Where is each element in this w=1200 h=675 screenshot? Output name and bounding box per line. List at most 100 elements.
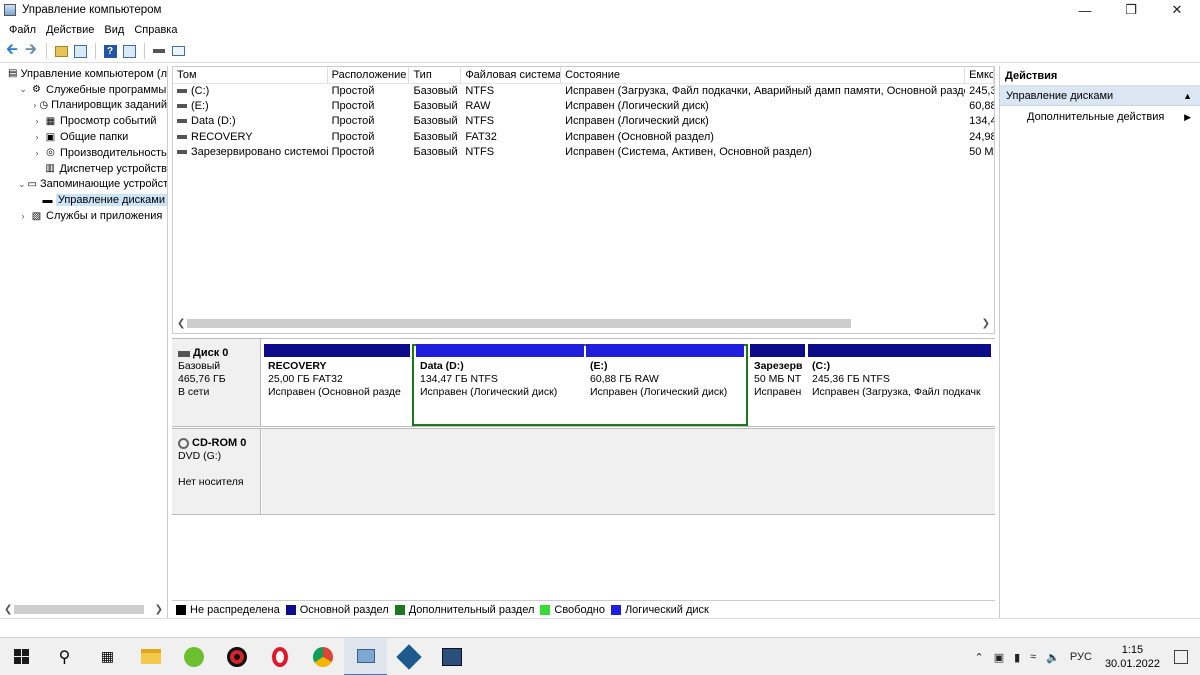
- tree-item-label: Диспетчер устройств: [59, 162, 167, 175]
- collapsed-chevron-icon[interactable]: ›: [18, 211, 28, 221]
- partition-size: 60,88 ГБ RAW: [590, 373, 659, 385]
- virtualbox-icon[interactable]: [387, 638, 430, 675]
- column-status[interactable]: Состояние: [561, 67, 966, 83]
- console-icon[interactable]: [169, 42, 187, 60]
- opera-icon[interactable]: [258, 638, 301, 675]
- cell-text: Исправен (Система, Активен, Основной раз…: [565, 145, 812, 158]
- collapsed-chevron-icon[interactable]: ›: [32, 132, 42, 142]
- more-actions-item[interactable]: Дополнительные действия ▶: [1000, 106, 1200, 128]
- clock[interactable]: 1:15 30.01.2022: [1105, 643, 1160, 671]
- tree-item[interactable]: › ▣ Общие папки: [0, 129, 167, 145]
- computer-management-taskbar-icon[interactable]: [344, 637, 387, 675]
- tree-item[interactable]: ⌄ ⚙ Служебные программы: [0, 82, 167, 98]
- tree-item-label: Служебные программы: [46, 83, 167, 96]
- tree-item[interactable]: › ▦ Просмотр событий: [0, 113, 167, 129]
- collapsed-chevron-icon[interactable]: ›: [32, 116, 42, 126]
- partition-data-d[interactable]: Data (D:) 134,47 ГБ NTFS Исправен (Логич…: [416, 344, 584, 422]
- partition-e[interactable]: (E:) 60,88 ГБ RAW Исправен (Логический д…: [586, 344, 744, 422]
- partition-c[interactable]: (C:) 245,36 ГБ NTFS Исправен (Загрузка, …: [808, 344, 991, 422]
- volume-horizontal-scrollbar[interactable]: ❮ ❯: [173, 315, 994, 332]
- cell-text: (E:): [191, 100, 209, 113]
- disk-0-name: Диск 0: [193, 347, 229, 359]
- scroll-right-icon[interactable]: ❯: [982, 318, 990, 329]
- partition-state: Исправен (Загрузка, Файл подкачк: [812, 386, 981, 398]
- table-row[interactable]: (C:) Простой Базовый NTFS Исправен (Загрузка…: [173, 84, 994, 99]
- chrome-icon[interactable]: [301, 638, 344, 675]
- column-file-system[interactable]: Файловая система: [461, 67, 562, 83]
- menu-file[interactable]: Файл: [4, 24, 41, 36]
- partition-system-reserved[interactable]: Зарезерв 50 МБ NT Исправен: [750, 344, 805, 422]
- tree-item-label: Запоминающие устройст: [40, 178, 168, 191]
- input-language[interactable]: РУС: [1070, 651, 1092, 663]
- column-type[interactable]: Тип: [409, 67, 462, 83]
- hard-disk-icon: [178, 350, 190, 357]
- expanded-chevron-icon[interactable]: ⌄: [18, 179, 26, 190]
- file-explorer-icon[interactable]: [129, 638, 172, 675]
- task-view-icon[interactable]: ▦: [86, 638, 129, 675]
- scroll-left-icon[interactable]: ❮: [177, 318, 185, 329]
- volume-icon[interactable]: 🔈: [1046, 651, 1060, 664]
- help-icon[interactable]: ?: [101, 42, 119, 60]
- maximize-button[interactable]: ❐: [1108, 0, 1154, 20]
- partition-state: Исправен (Основной разде: [268, 386, 401, 398]
- disk-0-label[interactable]: Диск 0 Базовый 465,76 ГБ В сети: [172, 339, 261, 426]
- tree-item[interactable]: › ◷ Планировщик заданий: [0, 98, 167, 114]
- cpu-z-icon[interactable]: [430, 638, 473, 675]
- properties-icon[interactable]: [120, 42, 138, 60]
- wifi-icon[interactable]: ≈: [1030, 651, 1036, 663]
- table-row[interactable]: Data (D:) Простой Базовый NTFS Исправен (Лог…: [173, 114, 994, 129]
- scroll-right-icon[interactable]: ❯: [155, 604, 163, 615]
- close-button[interactable]: ✕: [1154, 0, 1200, 20]
- partition-name: Зарезерв: [754, 360, 803, 372]
- connect-icon[interactable]: [150, 42, 168, 60]
- tree-horizontal-scrollbar[interactable]: ❮ ❯: [0, 601, 167, 618]
- table-row[interactable]: (E:) Простой Базовый RAW Исправен (Логически…: [173, 99, 994, 114]
- table-row[interactable]: RECOVERY Простой Базовый FAT32 Исправен (Осн…: [173, 130, 994, 145]
- partition-recovery[interactable]: RECOVERY 25,00 ГБ FAT32 Исправен (Основн…: [264, 344, 410, 422]
- cell-text: Data (D:): [191, 115, 236, 128]
- tray-overflow-icon[interactable]: ⌃: [974, 651, 983, 664]
- utorrent-icon[interactable]: [172, 638, 215, 675]
- collapsed-chevron-icon[interactable]: ›: [32, 100, 37, 110]
- partition-name: Data (D:): [420, 360, 464, 372]
- menu-view[interactable]: Вид: [99, 24, 129, 36]
- collapsed-chevron-icon[interactable]: ›: [32, 148, 42, 158]
- search-icon[interactable]: ⚲: [43, 638, 86, 675]
- column-layout[interactable]: Расположение: [328, 67, 410, 83]
- menu-help[interactable]: Справка: [129, 24, 182, 36]
- actions-pane: Действия Управление дисками ▲ Дополнител…: [999, 66, 1200, 618]
- tree-item[interactable]: ▤ Управление компьютером (л: [0, 66, 167, 82]
- legend-label: Дополнительный раздел: [408, 603, 535, 616]
- cdrom-0-drive: DVD (G:): [178, 450, 222, 462]
- up-folder-icon[interactable]: [52, 42, 70, 60]
- actions-group-disk-management[interactable]: Управление дисками ▲: [1000, 86, 1200, 106]
- battery-icon[interactable]: ▮: [1014, 651, 1020, 664]
- record-app-icon[interactable]: [215, 638, 258, 675]
- tree-item[interactable]: ▥ Диспетчер устройств: [0, 161, 167, 177]
- start-button[interactable]: [0, 638, 43, 675]
- cell-text: Простой: [331, 85, 375, 97]
- table-row[interactable]: Зарезервировано системой Простой Базовый NT…: [173, 145, 994, 160]
- menu-action[interactable]: Действие: [41, 24, 99, 36]
- back-arrow-icon[interactable]: 🡰: [3, 41, 21, 60]
- scroll-thumb[interactable]: [14, 605, 144, 614]
- notification-icon[interactable]: [1174, 650, 1188, 664]
- minimize-button[interactable]: —: [1062, 0, 1108, 20]
- column-capacity[interactable]: Емкс: [965, 67, 994, 83]
- forward-arrow-icon[interactable]: 🡲: [22, 41, 40, 60]
- tray-app-icon[interactable]: ▣: [994, 651, 1004, 664]
- cdrom-0-label[interactable]: CD-ROM 0 DVD (G:) Нет носителя: [172, 429, 261, 514]
- tree-item[interactable]: › ▧ Службы и приложения: [0, 208, 167, 224]
- cell-layout: Простой: [328, 114, 410, 129]
- tree-item[interactable]: › ◎ Производительность: [0, 145, 167, 161]
- submenu-arrow-icon: ▶: [1184, 112, 1191, 122]
- collapse-arrow-icon[interactable]: ▲: [1183, 86, 1192, 106]
- expanded-chevron-icon[interactable]: ⌄: [18, 84, 28, 95]
- show-hide-tree-icon[interactable]: [71, 42, 89, 60]
- column-volume[interactable]: Том: [173, 67, 328, 83]
- scroll-left-icon[interactable]: ❮: [4, 604, 12, 615]
- tree-item[interactable]: ⌄ ▭ Запоминающие устройст: [0, 177, 167, 193]
- tree-item[interactable]: ▬ Управление дисками: [0, 192, 167, 208]
- scroll-thumb[interactable]: [187, 319, 851, 328]
- cell-file-system: NTFS: [461, 114, 561, 129]
